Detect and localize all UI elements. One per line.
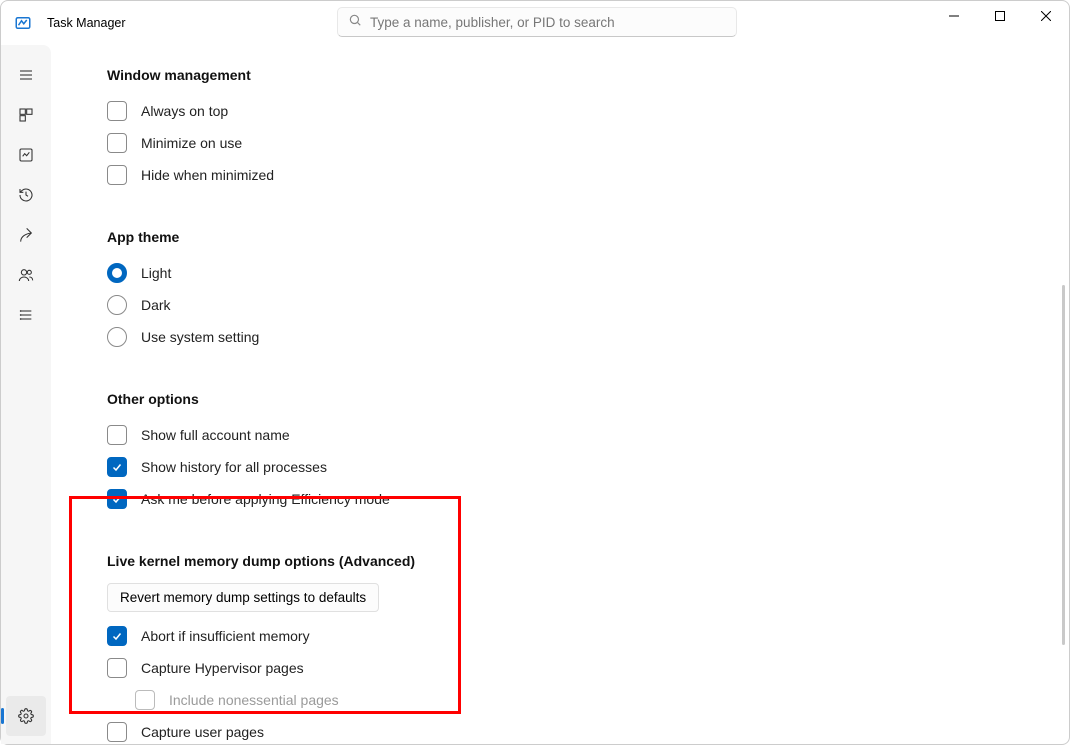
option-label: Use system setting	[141, 329, 259, 345]
checkbox-icon	[107, 626, 127, 646]
revert-defaults-button[interactable]: Revert memory dump settings to defaults	[107, 583, 379, 612]
option-label: Capture user pages	[141, 724, 264, 740]
search-icon	[348, 13, 362, 32]
option-label: Always on top	[141, 103, 228, 119]
app-title: Task Manager	[47, 16, 126, 30]
checkbox-icon	[107, 425, 127, 445]
checkbox-show-full-account-name[interactable]: Show full account name	[107, 419, 1069, 451]
app-history-nav[interactable]	[6, 175, 46, 215]
settings-panel: Window management Always on top Minimize…	[51, 45, 1069, 744]
option-label: Hide when minimized	[141, 167, 274, 183]
checkbox-minimize-on-use[interactable]: Minimize on use	[107, 127, 1069, 159]
radio-icon	[107, 295, 127, 315]
option-label: Light	[141, 265, 171, 281]
section-title-app-theme: App theme	[107, 229, 1069, 245]
settings-nav[interactable]	[6, 696, 46, 736]
performance-nav[interactable]	[6, 135, 46, 175]
startup-apps-nav[interactable]	[6, 215, 46, 255]
details-nav[interactable]	[6, 295, 46, 335]
window-controls	[931, 1, 1069, 31]
option-label: Minimize on use	[141, 135, 242, 151]
minimize-button[interactable]	[931, 1, 977, 31]
users-nav[interactable]	[6, 255, 46, 295]
checkbox-icon	[135, 690, 155, 710]
radio-icon	[107, 263, 127, 283]
checkbox-show-history-all-processes[interactable]: Show history for all processes	[107, 451, 1069, 483]
option-label: Show history for all processes	[141, 459, 327, 475]
option-label: Capture Hypervisor pages	[141, 660, 304, 676]
checkbox-icon	[107, 101, 127, 121]
close-button[interactable]	[1023, 1, 1069, 31]
option-label: Ask me before applying Efficiency mode	[141, 491, 390, 507]
radio-system-setting[interactable]: Use system setting	[107, 321, 1069, 353]
checkbox-ask-efficiency-mode[interactable]: Ask me before applying Efficiency mode	[107, 483, 1069, 515]
checkbox-icon	[107, 658, 127, 678]
checkbox-include-nonessential-pages: Include nonessential pages	[135, 684, 1069, 716]
sidebar	[1, 45, 51, 744]
checkbox-icon	[107, 165, 127, 185]
processes-nav[interactable]	[6, 95, 46, 135]
hamburger-menu-button[interactable]	[6, 55, 46, 95]
checkbox-icon	[107, 457, 127, 477]
maximize-button[interactable]	[977, 1, 1023, 31]
radio-light[interactable]: Light	[107, 257, 1069, 289]
checkbox-abort-insufficient-memory[interactable]: Abort if insufficient memory	[107, 620, 1069, 652]
radio-dark[interactable]: Dark	[107, 289, 1069, 321]
option-label: Abort if insufficient memory	[141, 628, 310, 644]
checkbox-hide-when-minimized[interactable]: Hide when minimized	[107, 159, 1069, 191]
checkbox-always-on-top[interactable]: Always on top	[107, 95, 1069, 127]
search-input[interactable]	[370, 15, 726, 30]
app-icon	[13, 13, 33, 33]
scrollbar-thumb[interactable]	[1062, 285, 1065, 645]
checkbox-icon	[107, 489, 127, 509]
section-title-dump-options: Live kernel memory dump options (Advance…	[107, 553, 1069, 569]
radio-icon	[107, 327, 127, 347]
option-label: Show full account name	[141, 427, 290, 443]
option-label: Include nonessential pages	[169, 692, 339, 708]
checkbox-icon	[107, 133, 127, 153]
checkbox-capture-user-pages[interactable]: Capture user pages	[107, 716, 1069, 744]
checkbox-icon	[107, 722, 127, 742]
section-title-other-options: Other options	[107, 391, 1069, 407]
search-box[interactable]	[337, 7, 737, 37]
section-title-window-management: Window management	[107, 67, 1069, 83]
option-label: Dark	[141, 297, 171, 313]
checkbox-capture-hypervisor-pages[interactable]: Capture Hypervisor pages	[107, 652, 1069, 684]
